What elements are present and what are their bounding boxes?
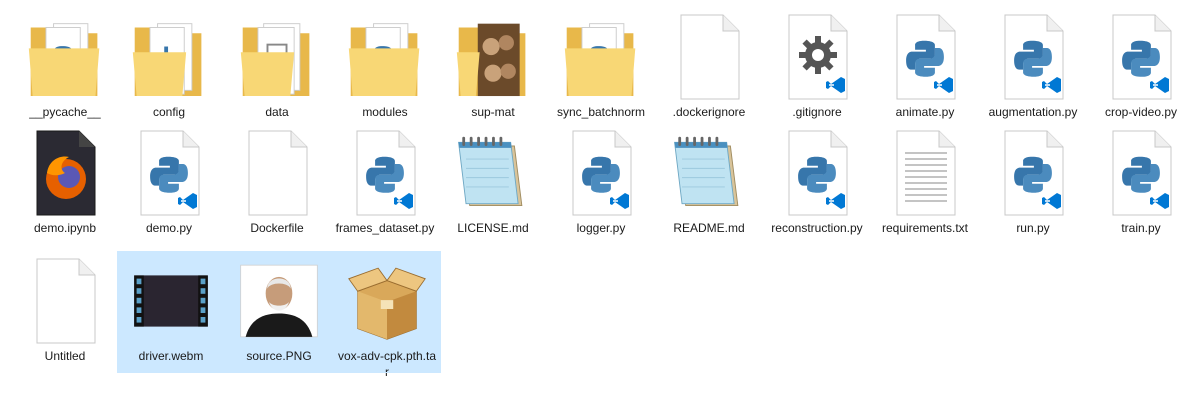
file-item[interactable]: Dockerfile xyxy=(224,124,330,252)
file-name: vox-adv-cpk.pth.tar xyxy=(337,349,437,379)
file-python-icon xyxy=(777,128,857,218)
file-item[interactable]: .gitignore xyxy=(764,8,870,124)
file-python-icon xyxy=(561,128,641,218)
file-name: driver.webm xyxy=(138,349,204,363)
file-archive-icon xyxy=(347,256,427,346)
file-name: frames_dataset.py xyxy=(335,221,435,235)
folder-image-icon xyxy=(453,12,533,102)
file-python-icon xyxy=(885,12,965,102)
file-name: sup-mat xyxy=(471,105,515,119)
folder-python-icon xyxy=(561,12,641,102)
file-item[interactable]: reconstruction.py xyxy=(764,124,870,252)
file-text-icon xyxy=(885,128,965,218)
file-name: modules xyxy=(362,105,408,119)
file-item[interactable]: Untitled xyxy=(12,252,118,372)
file-item[interactable]: demo.py xyxy=(116,124,222,252)
folder-config-icon xyxy=(129,12,209,102)
file-name: source.PNG xyxy=(246,349,312,363)
file-name: Untitled xyxy=(44,349,86,363)
file-item[interactable]: requirements.txt xyxy=(872,124,978,252)
file-name: demo.ipynb xyxy=(33,221,97,235)
file-notepad-icon xyxy=(669,128,749,218)
file-blank-icon xyxy=(25,256,105,346)
file-item[interactable]: logger.py xyxy=(548,124,654,252)
file-item[interactable]: sync_batchnorm xyxy=(548,8,654,124)
file-notepad-icon xyxy=(453,128,533,218)
file-name: sync_batchnorm xyxy=(556,105,646,119)
file-item[interactable]: run.py xyxy=(980,124,1086,252)
file-python-icon xyxy=(129,128,209,218)
file-name: .dockerignore xyxy=(672,105,746,119)
file-python-icon xyxy=(345,128,425,218)
file-name: data xyxy=(265,105,289,119)
file-name: run.py xyxy=(1016,221,1050,235)
file-python-icon xyxy=(993,12,1073,102)
file-python-icon xyxy=(1101,12,1181,102)
file-item[interactable]: sup-mat xyxy=(440,8,546,124)
file-item[interactable]: driver.webm xyxy=(117,251,225,373)
file-item[interactable]: crop-video.py xyxy=(1088,8,1191,124)
file-name: crop-video.py xyxy=(1104,105,1178,119)
file-name: .gitignore xyxy=(792,105,842,119)
file-item[interactable]: data xyxy=(224,8,330,124)
file-item[interactable]: train.py xyxy=(1088,124,1191,252)
file-item[interactable]: demo.ipynb xyxy=(12,124,118,252)
folder-data-icon xyxy=(237,12,317,102)
file-python-icon xyxy=(1101,128,1181,218)
file-item[interactable]: README.md xyxy=(656,124,762,252)
file-item[interactable]: LICENSE.md xyxy=(440,124,546,252)
file-photo-icon xyxy=(239,256,319,346)
file-item[interactable]: modules xyxy=(332,8,438,124)
file-blank-icon xyxy=(237,128,317,218)
file-name: logger.py xyxy=(576,221,626,235)
file-item[interactable]: .dockerignore xyxy=(656,8,762,124)
folder-python-icon xyxy=(345,12,425,102)
file-item[interactable]: animate.py xyxy=(872,8,978,124)
file-video-icon xyxy=(131,256,211,346)
file-item[interactable]: frames_dataset.py xyxy=(332,124,438,252)
file-blank-icon xyxy=(669,12,749,102)
file-python-icon xyxy=(993,128,1073,218)
file-name: train.py xyxy=(1121,221,1161,235)
file-gear-icon xyxy=(777,12,857,102)
file-item[interactable]: source.PNG xyxy=(225,251,333,373)
file-name: Dockerfile xyxy=(250,221,304,235)
file-name: demo.py xyxy=(145,221,193,235)
file-item[interactable]: augmentation.py xyxy=(980,8,1086,124)
file-name: augmentation.py xyxy=(988,105,1078,119)
file-name: __pycache__ xyxy=(29,105,101,119)
file-firefox-icon xyxy=(25,128,105,218)
file-item[interactable]: vox-adv-cpk.pth.tar xyxy=(333,251,441,379)
file-name: requirements.txt xyxy=(881,221,969,235)
folder-python-icon xyxy=(25,12,105,102)
file-name: LICENSE.md xyxy=(457,221,529,235)
file-name: README.md xyxy=(673,221,745,235)
file-name: animate.py xyxy=(895,105,955,119)
file-item[interactable]: config xyxy=(116,8,222,124)
file-name: config xyxy=(152,105,186,119)
file-name: reconstruction.py xyxy=(771,221,863,235)
file-grid: __pycache__ config data modules sup-mat … xyxy=(0,0,1191,401)
file-item[interactable]: __pycache__ xyxy=(12,8,118,124)
